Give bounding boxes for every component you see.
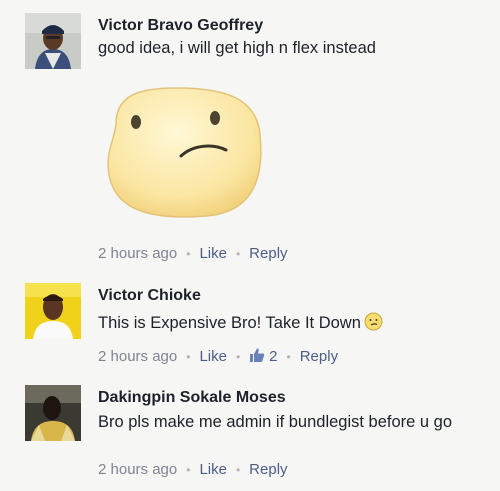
like-button[interactable]: Like (199, 461, 227, 478)
comment-author[interactable]: Victor Bravo Geoffrey (98, 17, 263, 35)
timestamp[interactable]: 2 hours ago (98, 245, 177, 262)
separator-dot: • (186, 350, 191, 364)
comment-author[interactable]: Dakingpin Sokale Moses (98, 389, 286, 407)
avatar[interactable] (25, 385, 81, 441)
separator-dot: • (235, 463, 241, 477)
reply-button[interactable]: Reply (249, 461, 287, 478)
like-count[interactable]: 2 (249, 347, 278, 367)
comment-text-content: This is Expensive Bro! Take It Down (98, 314, 361, 332)
like-count-value: 2 (269, 348, 278, 365)
reply-button[interactable]: Reply (249, 245, 287, 262)
avatar[interactable] (25, 13, 81, 69)
timestamp[interactable]: 2 hours ago (98, 348, 177, 365)
comment-text: good idea, i will get high n flex instea… (98, 39, 376, 57)
comment-meta: 2 hours ago • Like • Reply (98, 245, 288, 262)
separator-dot: • (235, 350, 241, 364)
comment-author[interactable]: Victor Chioke (98, 287, 201, 305)
separator-dot: • (286, 350, 291, 364)
separator-dot: • (186, 463, 191, 477)
comment-text: Bro pls make me admin if bundlegist befo… (98, 413, 453, 431)
comment-meta: 2 hours ago • Like • 2 • Reply (98, 347, 338, 367)
confused-face-sticker (96, 84, 266, 222)
confused-face-emoji (364, 312, 383, 331)
separator-dot: • (186, 247, 191, 261)
timestamp[interactable]: 2 hours ago (98, 461, 177, 478)
thumbs-up-icon (249, 347, 265, 367)
separator-dot: • (235, 247, 241, 261)
comment-meta: 2 hours ago • Like • Reply (98, 461, 288, 478)
like-button[interactable]: Like (199, 245, 227, 262)
reply-button[interactable]: Reply (300, 348, 338, 365)
comment-text: This is Expensive Bro! Take It Down (98, 311, 478, 335)
avatar[interactable] (25, 283, 81, 339)
like-button[interactable]: Like (199, 348, 227, 365)
